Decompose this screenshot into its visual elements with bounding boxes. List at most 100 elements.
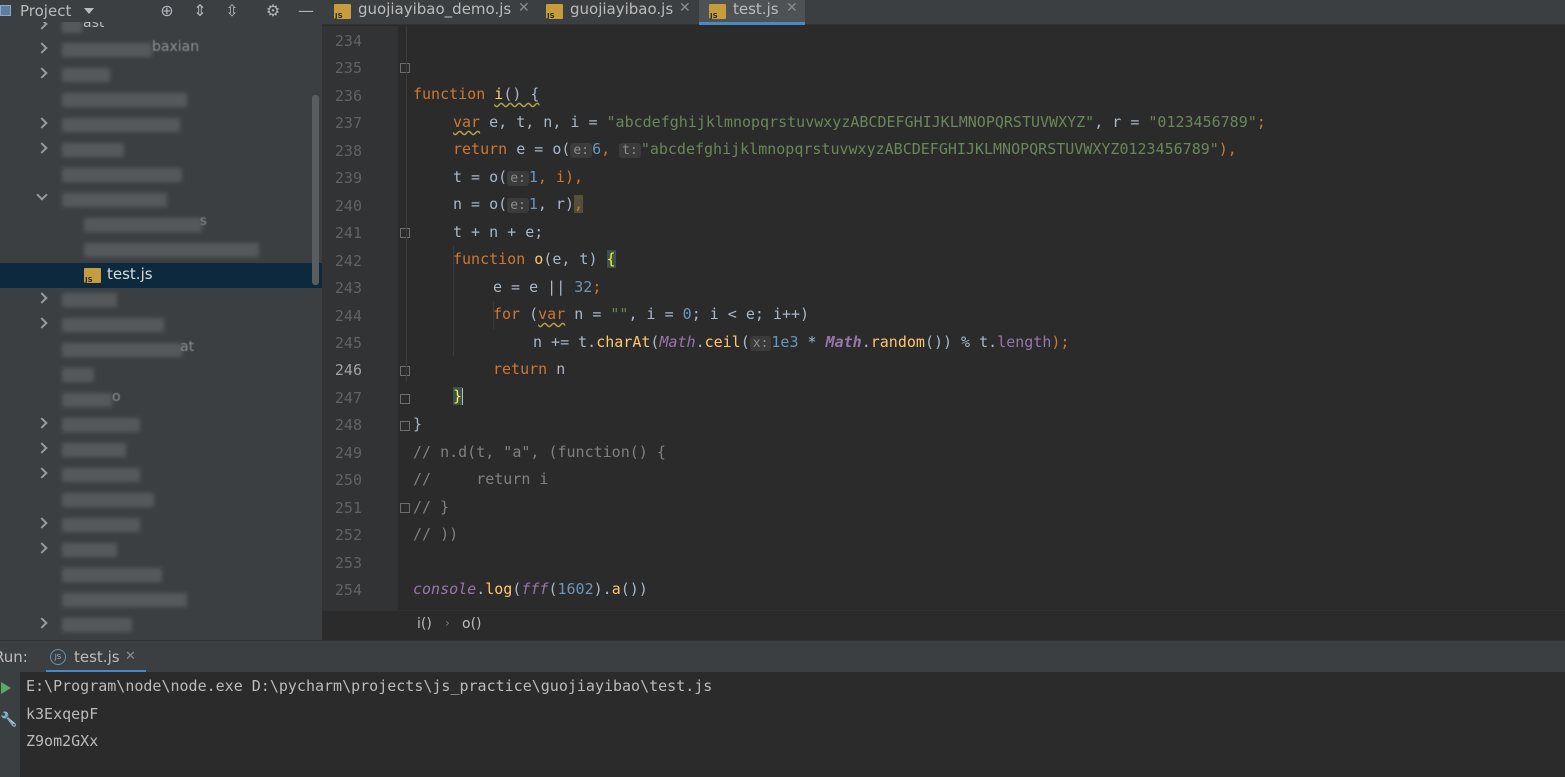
token-global: Math	[825, 333, 862, 351]
code-line-254: console.log(i())	[398, 577, 558, 626]
chevron-right-icon[interactable]	[36, 42, 48, 54]
blurred-name	[62, 593, 187, 607]
code-line-239: n = o(e: 1, r),	[398, 164, 584, 213]
tree-item[interactable]	[0, 163, 322, 188]
token: *	[798, 333, 826, 351]
tree-item[interactable]	[0, 563, 322, 588]
line-number: 248	[334, 416, 362, 434]
tab-guojiayibao[interactable]: guojiayibao.js ✕	[542, 0, 702, 25]
chevron-right-icon[interactable]	[36, 417, 48, 429]
tree-item-selected[interactable]: test.js	[0, 263, 322, 288]
chevron-right-icon[interactable]	[36, 142, 48, 154]
line-number: 254	[334, 581, 362, 599]
line-number: 241	[334, 224, 362, 242]
blurred-name	[62, 468, 140, 482]
tree-item[interactable]	[0, 63, 322, 88]
tree-item[interactable]	[0, 113, 322, 138]
token-number: 1	[528, 195, 538, 213]
project-icon	[0, 5, 11, 16]
tree-item[interactable]	[0, 413, 322, 438]
close-icon[interactable]: ✕	[786, 0, 798, 16]
close-icon[interactable]: ✕	[518, 0, 530, 16]
tree-item[interactable]: o	[0, 388, 322, 413]
line-number: 246	[334, 361, 362, 379]
tab-guojiayibao-demo[interactable]: guojiayibao_demo.js ✕	[330, 0, 530, 25]
tree-item[interactable]	[0, 613, 322, 638]
tree-item[interactable]	[0, 138, 322, 163]
tree-item[interactable]	[0, 363, 322, 388]
breadcrumb-item[interactable]: i()	[417, 616, 432, 632]
code-line-240: t + n + e;	[398, 192, 543, 241]
chevron-down-icon[interactable]	[36, 189, 48, 201]
blurred-name	[84, 218, 202, 232]
minimize-icon[interactable]: —	[296, 1, 316, 21]
param-hint: e:	[507, 198, 529, 213]
locate-icon[interactable]: ⊕	[157, 1, 177, 21]
token-string: "abcdefghijklmnopqrstuvwxyzABCDEFGHIJKLM…	[606, 113, 1095, 131]
blurred-name	[62, 193, 167, 207]
token: e, t, n, i =	[480, 113, 607, 131]
chevron-right-icon[interactable]	[36, 292, 48, 304]
project-title[interactable]: Project	[20, 2, 71, 20]
param-hint: e:	[570, 143, 593, 158]
code-line-235: function i() {	[398, 54, 539, 103]
rerun-icon[interactable]	[1, 682, 11, 694]
line-number: 236	[334, 87, 362, 105]
collapse-all-icon[interactable]: ⇳	[222, 1, 242, 21]
tree-item[interactable]: s	[0, 213, 322, 238]
run-tab-label: test.js	[74, 648, 120, 666]
project-scrollbar[interactable]	[312, 95, 319, 285]
run-console[interactable]: E:\Program\node\node.exe D:\pycharm\proj…	[20, 672, 1565, 777]
token: .	[695, 333, 705, 351]
token: , r)	[537, 195, 574, 213]
chevron-right-icon[interactable]	[36, 67, 48, 79]
tree-item[interactable]	[0, 588, 322, 613]
chevron-right-icon[interactable]	[36, 317, 48, 329]
tree-item[interactable]	[0, 538, 322, 563]
token-method: ceil	[704, 333, 741, 351]
chevron-right-icon[interactable]	[36, 617, 48, 629]
tree-item[interactable]	[0, 463, 322, 488]
tree-item[interactable]	[0, 188, 322, 213]
nodejs-icon: JS	[50, 649, 66, 665]
tree-item[interactable]: baxian	[0, 38, 322, 63]
token: n += t.	[533, 333, 597, 351]
chevron-down-icon[interactable]	[84, 8, 94, 14]
tree-item[interactable]	[0, 288, 322, 313]
token: ),	[1218, 140, 1237, 158]
chevron-right-icon[interactable]	[36, 442, 48, 454]
tree-item-label: test.js	[107, 265, 153, 283]
editor-tabbar: guojiayibao_demo.js ✕ guojiayibao.js ✕ t…	[322, 0, 1565, 25]
tree-item[interactable]	[0, 88, 322, 113]
matched-brace: {	[606, 250, 616, 268]
param-hint: e:	[507, 171, 529, 186]
line-number: 245	[334, 334, 362, 352]
project-panel-header: Project ⊕ ⇕ ⇳ ⚙ —	[0, 0, 322, 22]
code-line-247: }	[398, 384, 452, 433]
chevron-right-icon[interactable]	[36, 117, 48, 129]
tree-item[interactable]: at	[0, 338, 322, 363]
close-icon[interactable]: ✕	[679, 0, 691, 16]
line-number: 239	[334, 169, 362, 187]
gear-icon[interactable]: ⚙	[263, 1, 283, 21]
chevron-right-icon[interactable]	[36, 517, 48, 529]
expand-all-icon[interactable]: ⇕	[190, 1, 210, 21]
close-icon[interactable]: ✕	[125, 649, 136, 664]
wrench-icon[interactable]: 🔧	[0, 712, 17, 728]
line-number: 250	[334, 471, 362, 489]
run-tab[interactable]: JS test.js ✕	[46, 641, 146, 673]
tree-item[interactable]	[0, 438, 322, 463]
chevron-right-icon[interactable]	[36, 542, 48, 554]
tree-item[interactable]	[0, 513, 322, 538]
tree-item[interactable]	[0, 238, 322, 263]
tab-test-js[interactable]: test.js ✕	[699, 0, 805, 25]
line-number: 240	[334, 197, 362, 215]
code-line-238: t = o(e: 1, i),	[398, 137, 583, 186]
breadcrumb-item[interactable]: o()	[462, 616, 482, 632]
tree-item[interactable]	[0, 488, 322, 513]
token-number: 0	[682, 305, 692, 323]
token: n	[547, 360, 566, 378]
token: , i =	[628, 305, 683, 323]
tree-item[interactable]	[0, 313, 322, 338]
chevron-right-icon[interactable]	[36, 467, 48, 479]
